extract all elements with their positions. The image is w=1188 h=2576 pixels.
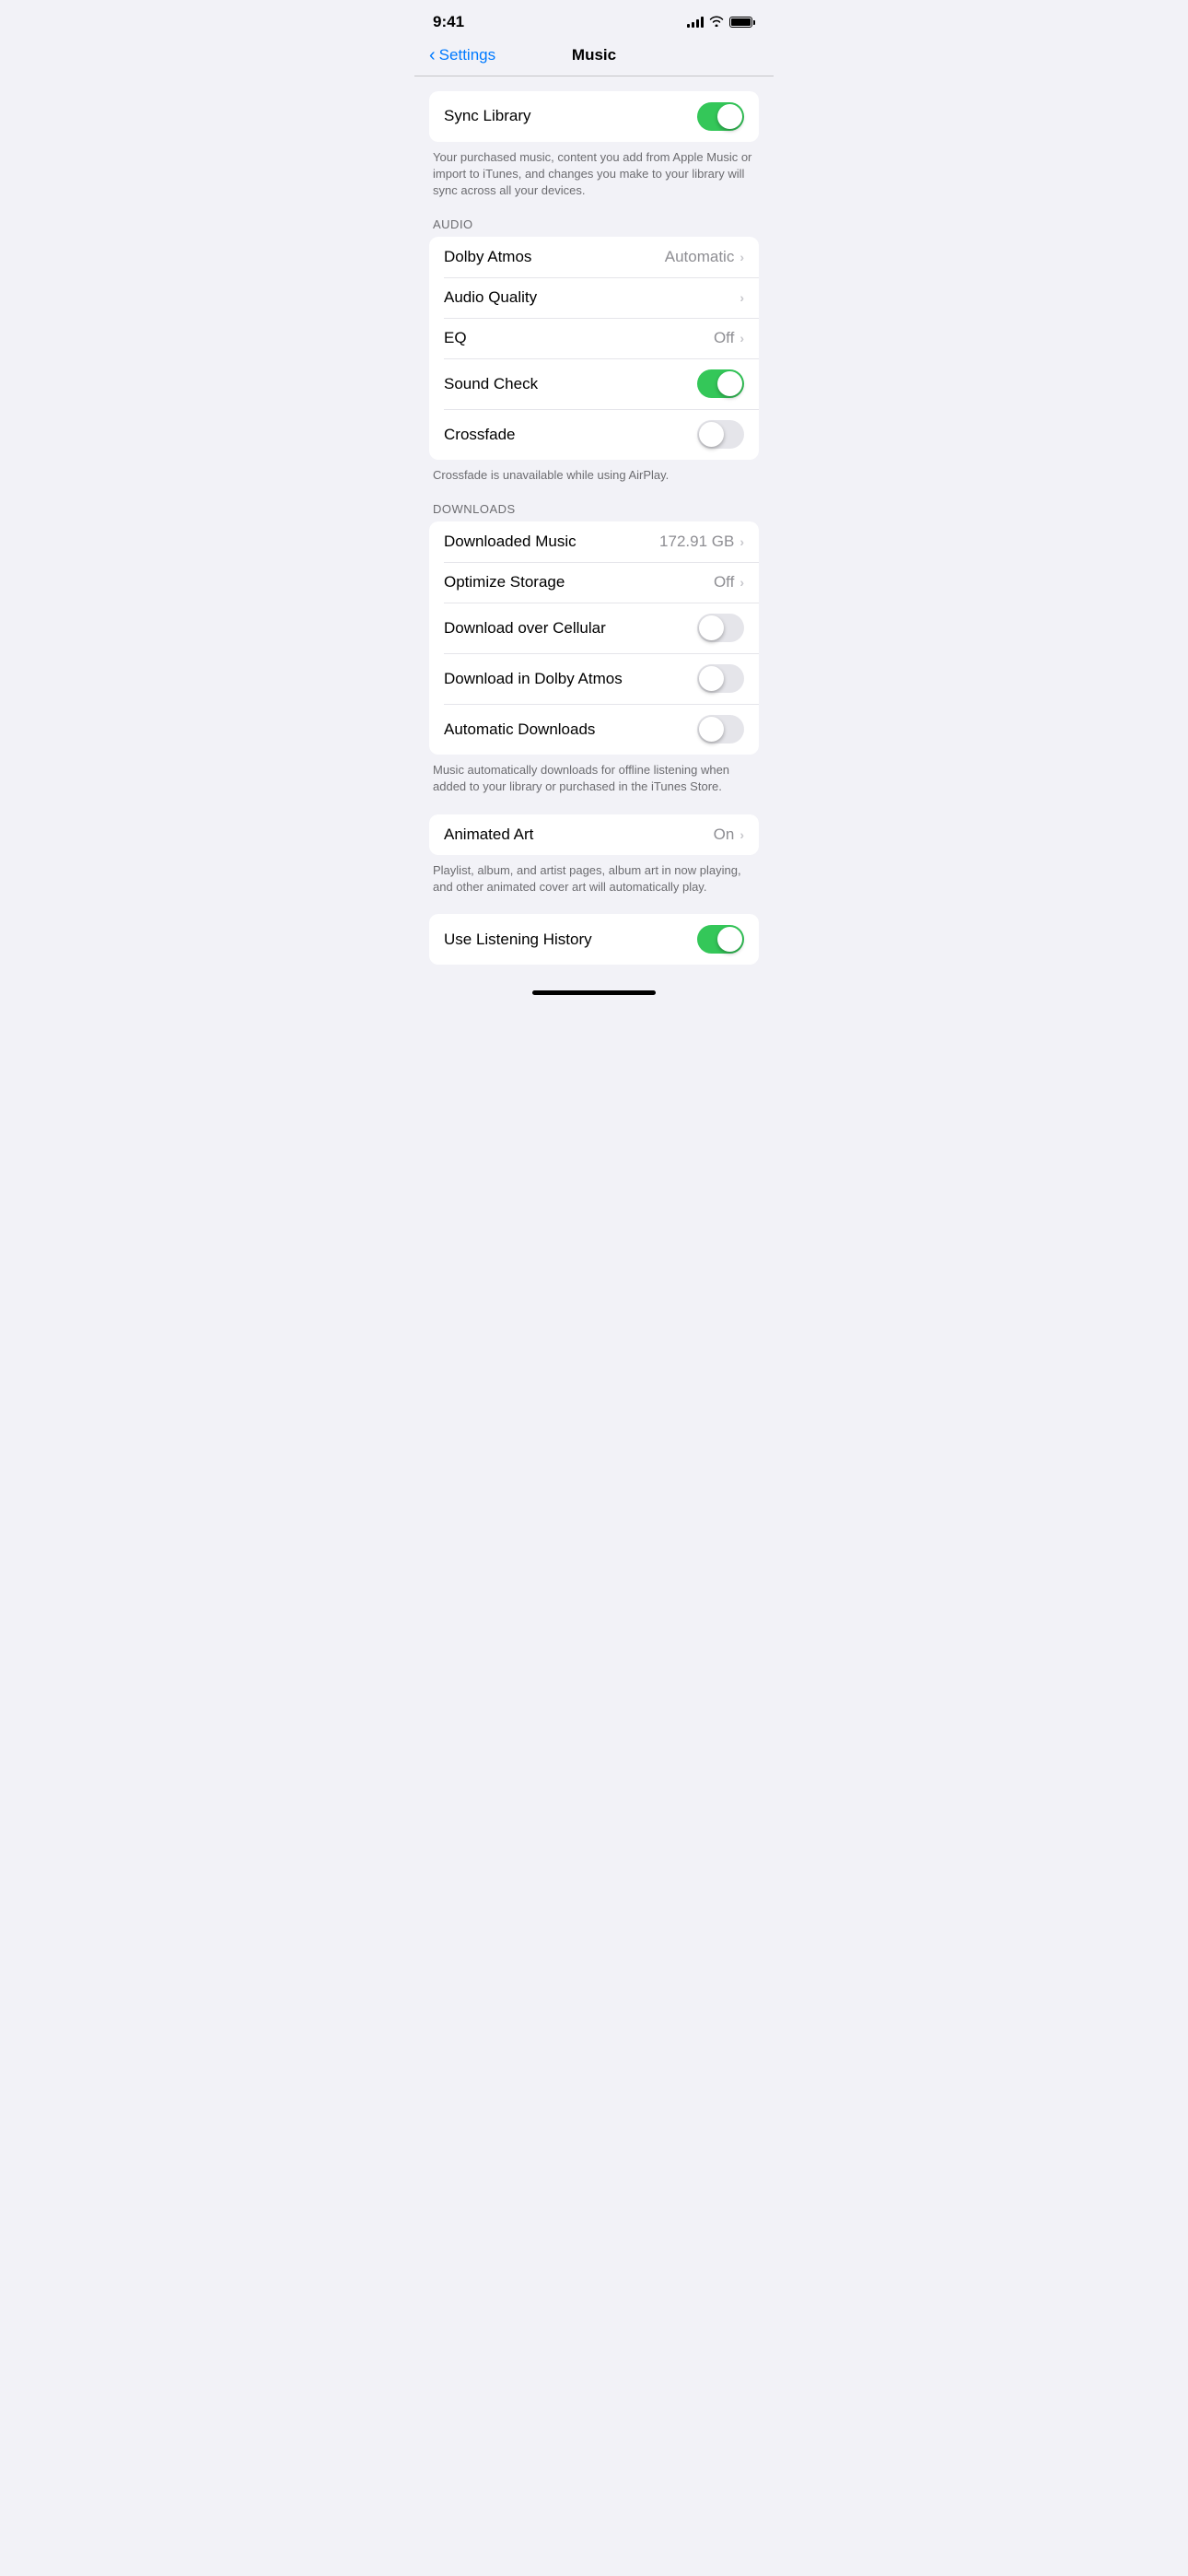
animated-art-card: Animated Art On › — [429, 814, 759, 855]
dolby-atmos-label: Dolby Atmos — [444, 248, 531, 266]
status-icons — [687, 16, 755, 29]
audio-quality-row[interactable]: Audio Quality › — [429, 277, 759, 318]
signal-icon — [687, 17, 704, 28]
eq-value: Off — [714, 329, 734, 347]
automatic-downloads-row[interactable]: Automatic Downloads — [429, 704, 759, 755]
status-time: 9:41 — [433, 13, 464, 31]
dolby-atmos-row[interactable]: Dolby Atmos Automatic › — [429, 237, 759, 277]
listening-history-row[interactable]: Use Listening History — [429, 914, 759, 965]
optimize-storage-value: Off — [714, 573, 734, 591]
listening-history-label: Use Listening History — [444, 931, 592, 949]
automatic-downloads-toggle-knob — [699, 717, 724, 742]
sync-library-toggle-knob — [717, 104, 742, 129]
downloaded-music-chevron-icon: › — [740, 534, 744, 549]
animated-art-value: On — [714, 825, 735, 844]
battery-icon — [729, 17, 755, 28]
home-bar — [532, 990, 656, 995]
animated-art-label: Animated Art — [444, 825, 533, 844]
download-cellular-row[interactable]: Download over Cellular — [429, 603, 759, 653]
back-chevron-icon: ‹ — [429, 45, 436, 66]
audio-quality-chevron-icon: › — [740, 290, 744, 305]
eq-label: EQ — [444, 329, 467, 347]
dolby-atmos-value: Automatic — [665, 248, 735, 266]
download-dolby-label: Download in Dolby Atmos — [444, 670, 623, 688]
audio-quality-label: Audio Quality — [444, 288, 537, 307]
audio-quality-right: › — [740, 290, 744, 305]
optimize-storage-row[interactable]: Optimize Storage Off › — [429, 562, 759, 603]
downloaded-music-row[interactable]: Downloaded Music 172.91 GB › — [429, 521, 759, 562]
eq-row[interactable]: EQ Off › — [429, 318, 759, 358]
audio-card: Dolby Atmos Automatic › Audio Quality › … — [429, 237, 759, 460]
animated-art-footer: Playlist, album, and artist pages, album… — [414, 855, 774, 899]
dolby-atmos-chevron-icon: › — [740, 250, 744, 264]
page-title: Music — [572, 46, 616, 64]
audio-footer: Crossfade is unavailable while using Air… — [414, 460, 774, 487]
settings-content: Sync Library Your purchased music, conte… — [414, 91, 774, 966]
automatic-downloads-toggle[interactable] — [697, 715, 744, 744]
sync-library-row[interactable]: Sync Library — [429, 91, 759, 142]
download-cellular-toggle-knob — [699, 615, 724, 640]
listening-history-toggle-knob — [717, 927, 742, 952]
animated-art-right: On › — [714, 825, 744, 844]
downloaded-music-right: 172.91 GB › — [659, 533, 744, 551]
download-dolby-toggle-knob — [699, 666, 724, 691]
downloads-card: Downloaded Music 172.91 GB › Optimize St… — [429, 521, 759, 755]
optimize-storage-label: Optimize Storage — [444, 573, 565, 591]
eq-chevron-icon: › — [740, 331, 744, 345]
crossfade-toggle-knob — [699, 422, 724, 447]
back-button[interactable]: ‹ Settings — [429, 45, 495, 66]
sync-library-card: Sync Library — [429, 91, 759, 142]
status-bar: 9:41 — [414, 0, 774, 39]
download-cellular-label: Download over Cellular — [444, 619, 606, 638]
download-cellular-toggle[interactable] — [697, 614, 744, 642]
listening-history-section: Use Listening History — [414, 914, 774, 965]
downloads-footer: Music automatically downloads for offlin… — [414, 755, 774, 799]
sound-check-toggle[interactable] — [697, 369, 744, 398]
crossfade-label: Crossfade — [444, 426, 515, 444]
wifi-icon — [709, 16, 724, 29]
downloaded-music-label: Downloaded Music — [444, 533, 577, 551]
downloaded-music-value: 172.91 GB — [659, 533, 734, 551]
automatic-downloads-label: Automatic Downloads — [444, 720, 595, 739]
sound-check-label: Sound Check — [444, 375, 538, 393]
nav-header: ‹ Settings Music — [414, 39, 774, 76]
dolby-atmos-right: Automatic › — [665, 248, 744, 266]
optimize-storage-chevron-icon: › — [740, 575, 744, 590]
home-indicator — [414, 983, 774, 1013]
audio-section-label: AUDIO — [414, 217, 774, 237]
sync-library-toggle[interactable] — [697, 102, 744, 131]
animated-art-section: Animated Art On › Playlist, album, and a… — [414, 814, 774, 899]
audio-section: AUDIO Dolby Atmos Automatic › Audio Qual… — [414, 217, 774, 487]
downloads-section: DOWNLOADS Downloaded Music 172.91 GB › O… — [414, 502, 774, 799]
back-label: Settings — [439, 46, 495, 64]
optimize-storage-right: Off › — [714, 573, 744, 591]
downloads-section-label: DOWNLOADS — [414, 502, 774, 521]
sync-library-section: Sync Library Your purchased music, conte… — [414, 91, 774, 204]
animated-art-chevron-icon: › — [740, 827, 744, 842]
animated-art-row[interactable]: Animated Art On › — [429, 814, 759, 855]
sync-library-label: Sync Library — [444, 107, 530, 125]
sound-check-toggle-knob — [717, 371, 742, 396]
eq-right: Off › — [714, 329, 744, 347]
sync-library-footer: Your purchased music, content you add fr… — [414, 142, 774, 204]
sound-check-row[interactable]: Sound Check — [429, 358, 759, 409]
download-dolby-toggle[interactable] — [697, 664, 744, 693]
listening-history-toggle[interactable] — [697, 925, 744, 954]
crossfade-row[interactable]: Crossfade — [429, 409, 759, 460]
crossfade-toggle[interactable] — [697, 420, 744, 449]
download-dolby-row[interactable]: Download in Dolby Atmos — [429, 653, 759, 704]
